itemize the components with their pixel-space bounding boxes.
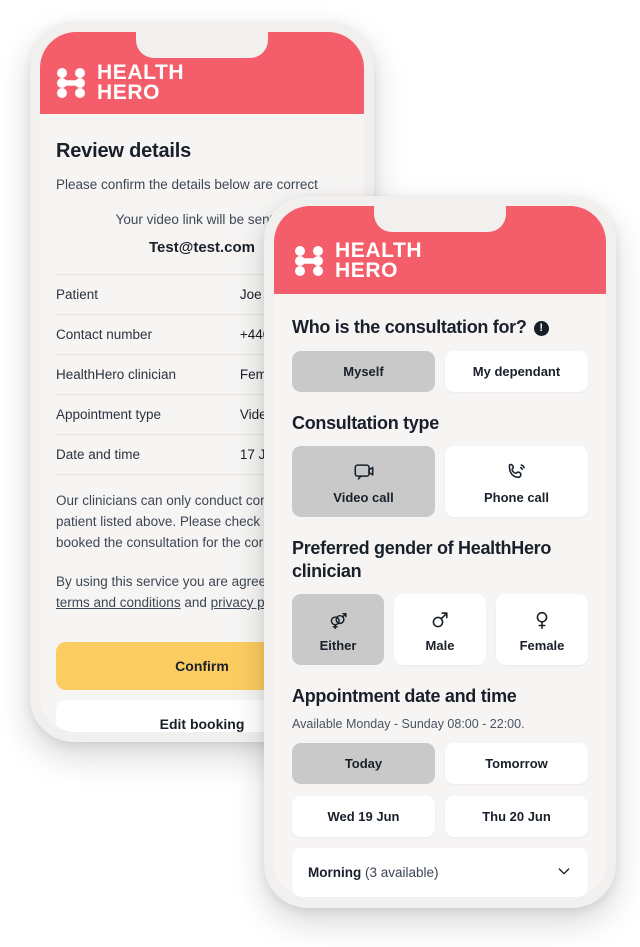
gender-option-either[interactable]: Either xyxy=(292,594,384,665)
date-title-text: Appointment date and time xyxy=(292,686,517,706)
detail-label: Appointment type xyxy=(56,407,162,422)
availability-note: Available Monday - Sunday 08:00 - 22:00. xyxy=(292,716,525,731)
date-option-wed-19-jun[interactable]: Wed 19 Jun xyxy=(292,795,435,837)
time-period-value: Morning xyxy=(308,864,362,880)
logo-line-2: HERO xyxy=(97,80,161,104)
phone-notch xyxy=(374,206,506,232)
gender-option-female[interactable]: Female xyxy=(496,594,588,665)
who-title-text: Who is the consultation for? xyxy=(292,317,527,337)
healthhero-logo-wordmark: HEALTH HERO xyxy=(335,239,423,282)
who-section-title: Who is the consultation for? ! xyxy=(292,316,588,339)
female-symbol-icon xyxy=(500,607,584,631)
date-option-tomorrow[interactable]: Tomorrow xyxy=(445,742,588,784)
gender-section-title: Preferred gender of HealthHero clinician xyxy=(292,537,588,582)
date-options-row-2: Wed 19 Jun Thu 20 Jun xyxy=(292,795,588,837)
logo-line-1: HEALTH xyxy=(335,239,423,263)
male-symbol-icon xyxy=(398,607,482,631)
detail-label: Contact number xyxy=(56,327,153,342)
male-female-combined-icon xyxy=(296,607,380,631)
logo-line-1: HEALTH xyxy=(97,61,185,85)
detail-label: Patient xyxy=(56,287,99,302)
detail-label: HealthHero clinician xyxy=(56,367,177,382)
date-options-row-1: Today Tomorrow xyxy=(292,742,588,784)
male-label: Male xyxy=(425,638,455,653)
date-option-thu-20-jun[interactable]: Thu 20 Jun xyxy=(445,795,588,837)
time-period-dropdown[interactable]: Morning (3 available) xyxy=(292,847,588,897)
terms-and-word: and xyxy=(184,594,207,610)
phone-handset-icon xyxy=(449,459,584,483)
video-call-label: Video call xyxy=(333,490,394,505)
female-label: Female xyxy=(519,638,565,653)
page-title: Review details xyxy=(56,140,192,162)
gender-title-text: Preferred gender of HealthHero clinician xyxy=(292,538,552,581)
healthhero-logo-dots-icon xyxy=(56,67,86,99)
consultation-type-options-row: Video call Phone call xyxy=(292,446,588,517)
detail-label: Date and time xyxy=(56,447,141,462)
phone-call-label: Phone call xyxy=(483,490,550,505)
gender-options-row: Either Male Female xyxy=(292,594,588,665)
chevron-down-icon xyxy=(556,863,572,882)
phone-screen-booking: HEALTH HERO Who is the consultation for?… xyxy=(274,206,606,898)
who-options-row: Myself My dependant xyxy=(292,350,588,392)
booking-screen-body: Who is the consultation for? ! Myself My… xyxy=(274,294,606,898)
healthhero-logo-wordmark: HEALTH HERO xyxy=(97,61,185,104)
healthhero-logo: HEALTH HERO xyxy=(294,239,423,282)
consultation-type-video-call[interactable]: Video call xyxy=(292,446,435,517)
consultation-type-title: Consultation type xyxy=(292,412,588,435)
time-period-availability: (3 available) xyxy=(361,864,439,880)
type-title-text: Consultation type xyxy=(292,412,439,433)
date-section-title: Appointment date and time xyxy=(292,685,588,708)
video-camera-icon xyxy=(296,459,431,483)
page-subtitle: Please confirm the details below are cor… xyxy=(56,177,318,192)
who-option-my-dependant[interactable]: My dependant xyxy=(445,350,588,392)
healthhero-logo-dots-icon xyxy=(294,245,324,277)
info-exclamation-icon[interactable]: ! xyxy=(533,320,549,336)
either-label: Either xyxy=(319,638,357,653)
who-option-myself[interactable]: Myself xyxy=(292,350,435,392)
logo-line-2: HERO xyxy=(335,258,399,282)
terms-and-conditions-link[interactable]: terms and conditions xyxy=(56,595,181,610)
healthhero-logo: HEALTH HERO xyxy=(56,61,185,104)
gender-option-male[interactable]: Male xyxy=(394,594,486,665)
consultation-type-phone-call[interactable]: Phone call xyxy=(445,446,588,517)
phone-notch xyxy=(136,32,268,58)
phone-device-booking: HEALTH HERO Who is the consultation for?… xyxy=(264,196,616,908)
date-option-today[interactable]: Today xyxy=(292,742,435,784)
